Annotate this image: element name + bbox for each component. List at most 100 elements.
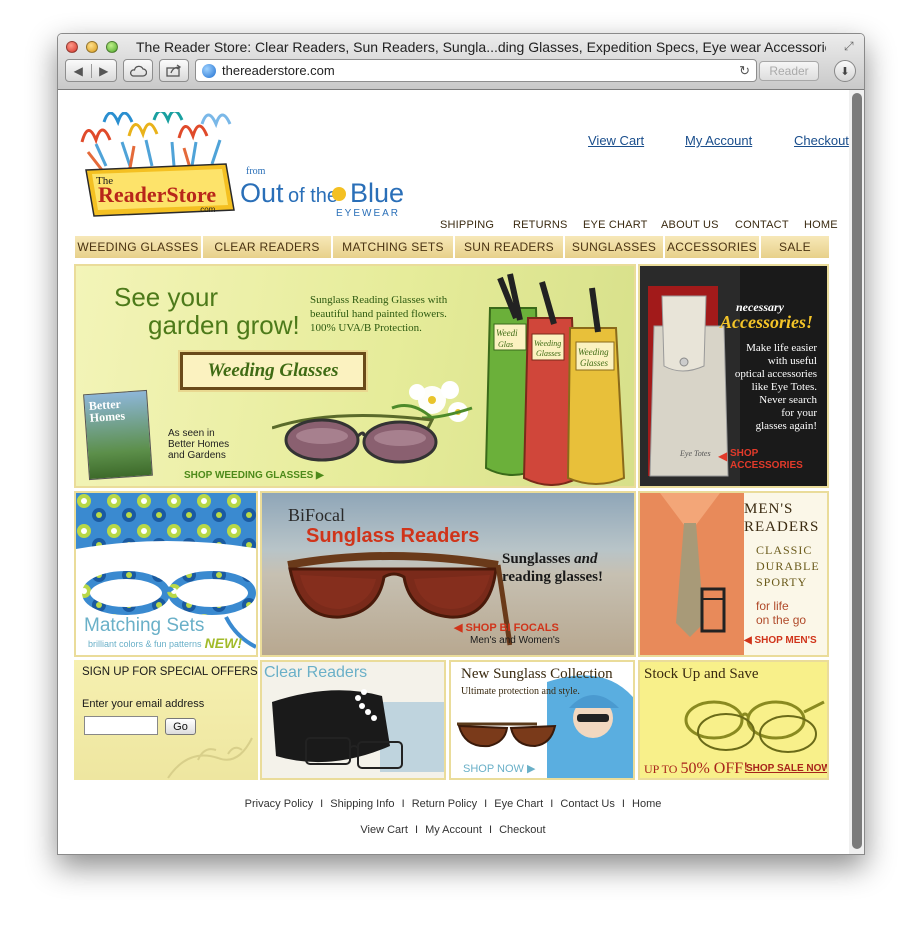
address-bar[interactable]: thereaderstore.com ↻ bbox=[195, 59, 757, 82]
close-window-button[interactable] bbox=[66, 41, 78, 53]
logo-com: .com bbox=[198, 205, 216, 214]
shop-mens-link[interactable]: ◀ SHOP MEN'S bbox=[744, 635, 817, 646]
globe-icon bbox=[202, 63, 216, 78]
logo-brand: ReaderStore bbox=[98, 182, 216, 207]
window-title: The Reader Store: Clear Readers, Sun Rea… bbox=[136, 39, 826, 55]
sale-amount-line: UP TO 50% OFF! bbox=[644, 760, 748, 778]
matching-sets-title: Matching Sets bbox=[84, 615, 205, 636]
footer-sep: I bbox=[320, 798, 324, 810]
accessories-banner[interactable]: Eye Totes necessary Accessories! Make li… bbox=[638, 264, 829, 488]
signup-panel: SIGN UP FOR SPECIAL OFFERS Enter your em… bbox=[74, 660, 258, 780]
bifocal-tag-1b: and bbox=[574, 551, 598, 567]
icloud-button[interactable] bbox=[123, 59, 153, 82]
footer-view-cart[interactable]: View Cart bbox=[360, 824, 407, 836]
browser-window: The Reader Store: Clear Readers, Sun Rea… bbox=[57, 33, 865, 855]
reading-glasses-image bbox=[684, 700, 825, 753]
fullscreen-icon[interactable]: ⤢ bbox=[844, 39, 858, 53]
mens-life-1: for life bbox=[756, 599, 789, 613]
download-icon[interactable]: ⬇ bbox=[834, 60, 856, 82]
main-menu: WEEDING GLASSES CLEAR READERS MATCHING S… bbox=[75, 236, 829, 258]
shop-sale-now-link[interactable]: SHOP SALE NOW bbox=[746, 763, 827, 774]
forward-icon[interactable]: ▶ bbox=[92, 64, 117, 78]
shop-bifocals-link[interactable]: ◀ SHOP BI FOCALS bbox=[454, 621, 559, 634]
share-button[interactable] bbox=[159, 59, 189, 82]
my-account-link[interactable]: My Account bbox=[685, 133, 752, 148]
minimize-window-button[interactable] bbox=[86, 41, 98, 53]
weeding-glasses-banner[interactable]: See your garden grow! Sunglass Reading G… bbox=[74, 264, 636, 488]
new-sunglass-collection-banner[interactable]: New Sunglass Collection Ultimate protect… bbox=[449, 660, 635, 780]
hero-headline-2: garden grow! bbox=[148, 310, 300, 340]
nav-about-us[interactable]: ABOUT US bbox=[661, 219, 719, 231]
bifocal-tag-1a: Sunglasses bbox=[502, 551, 575, 567]
footer-sep: I bbox=[550, 798, 554, 810]
footer-eye-chart[interactable]: Eye Chart bbox=[494, 798, 543, 810]
footer-sep: I bbox=[621, 798, 625, 810]
scrollbar-thumb[interactable] bbox=[852, 93, 862, 849]
back-icon[interactable]: ◀ bbox=[66, 63, 92, 78]
weeding-glasses-pouches-image: Weedi Glas Weeding Glasses Weeding Glass… bbox=[484, 273, 626, 486]
magazine-cover: Better Homes bbox=[83, 389, 153, 481]
footer-return-policy[interactable]: Return Policy bbox=[412, 798, 477, 810]
sun-icon bbox=[332, 187, 346, 201]
footer-contact-us[interactable]: Contact Us bbox=[560, 798, 614, 810]
footer-shipping-info[interactable]: Shipping Info bbox=[330, 798, 394, 810]
footer-checkout[interactable]: Checkout bbox=[499, 824, 545, 836]
menu-accessories[interactable]: ACCESSORIES bbox=[665, 236, 761, 258]
shop-accessories-link-2[interactable]: ACCESSORIES bbox=[730, 460, 803, 471]
accessories-body-6: for your bbox=[781, 407, 817, 419]
nav-shipping[interactable]: SHIPPING bbox=[440, 219, 494, 231]
hero-desc-3: 100% UVA/B Protection. bbox=[310, 322, 422, 334]
vertical-scrollbar[interactable] bbox=[849, 90, 864, 854]
accessories-body: Make life easier with useful optical acc… bbox=[735, 342, 817, 433]
bifocal-tagline-1: Sunglasses and bbox=[502, 551, 597, 568]
site-logo[interactable]: The ReaderStore .com from Out of the Blu… bbox=[74, 109, 434, 227]
menu-matching-sets[interactable]: MATCHING SETS bbox=[333, 236, 455, 258]
logo-from: from bbox=[246, 166, 266, 177]
accessories-body-2: with useful bbox=[767, 355, 817, 367]
back-forward-buttons: ◀ ▶ bbox=[65, 59, 117, 82]
matching-sets-banner[interactable]: Matching Sets brilliant colors & fun pat… bbox=[74, 491, 258, 657]
email-input[interactable] bbox=[84, 716, 158, 735]
nav-returns[interactable]: RETURNS bbox=[513, 219, 568, 231]
clear-readers-banner[interactable]: Clear Readers bbox=[260, 660, 446, 780]
as-seen-in-3: and Gardens bbox=[168, 450, 226, 461]
bifocal-line-2: Sunglass Readers bbox=[306, 525, 480, 547]
menu-weeding-glasses[interactable]: WEEDING GLASSES bbox=[75, 236, 203, 258]
menu-sale[interactable]: SALE bbox=[761, 236, 829, 258]
window-controls bbox=[66, 41, 118, 53]
reload-icon[interactable]: ↻ bbox=[739, 63, 750, 79]
nav-home[interactable]: HOME bbox=[804, 219, 838, 231]
accessories-body-7: glasses again! bbox=[755, 420, 817, 432]
footer-my-account[interactable]: My Account bbox=[425, 824, 482, 836]
mens-title-1: MEN'S bbox=[744, 501, 794, 517]
footer-sep: I bbox=[401, 798, 405, 810]
mens-readers-banner[interactable]: MEN'S READERS CLASSIC DURABLE SPORTY for… bbox=[638, 491, 829, 657]
footer-privacy-policy[interactable]: Privacy Policy bbox=[245, 798, 313, 810]
reader-button[interactable]: Reader bbox=[759, 61, 819, 81]
shop-now-link[interactable]: SHOP NOW ▶ bbox=[463, 762, 535, 775]
new-collection-sub: Ultimate protection and style. bbox=[461, 686, 580, 697]
nav-contact[interactable]: CONTACT bbox=[735, 219, 789, 231]
checkout-link[interactable]: Checkout bbox=[794, 133, 849, 148]
shop-accessories-link-1[interactable]: SHOP bbox=[730, 448, 758, 459]
nav-eye-chart[interactable]: EYE CHART bbox=[583, 219, 648, 231]
logo-eyewear: EYEWEAR bbox=[336, 208, 400, 219]
bifocal-banner[interactable]: BiFocal Sunglass Readers Sunglasses and … bbox=[260, 491, 636, 657]
hero-desc-2: beautiful hand painted flowers. bbox=[310, 308, 447, 320]
footer-sep: I bbox=[484, 798, 488, 810]
url-text[interactable]: thereaderstore.com bbox=[222, 63, 739, 78]
sale-banner[interactable]: Stock Up and Save UP TO 50% OFF! SHOP SA… bbox=[638, 660, 829, 780]
new-badge: NEW! bbox=[204, 635, 242, 651]
menu-sun-readers[interactable]: SUN READERS bbox=[455, 236, 565, 258]
footer-home[interactable]: Home bbox=[632, 798, 661, 810]
menu-clear-readers[interactable]: CLEAR READERS bbox=[203, 236, 333, 258]
zoom-window-button[interactable] bbox=[106, 41, 118, 53]
accessories-title: Accessories! bbox=[720, 312, 813, 332]
signup-label: Enter your email address bbox=[82, 698, 205, 710]
flowered-sunglasses-image bbox=[272, 381, 473, 464]
pouch-label-5: Weeding bbox=[578, 347, 609, 357]
view-cart-link[interactable]: View Cart bbox=[588, 133, 644, 148]
menu-sunglasses[interactable]: SUNGLASSES bbox=[565, 236, 665, 258]
bifocal-line-1: BiFocal bbox=[288, 505, 345, 525]
bifocals-sub: Men's and Women's bbox=[470, 635, 560, 646]
